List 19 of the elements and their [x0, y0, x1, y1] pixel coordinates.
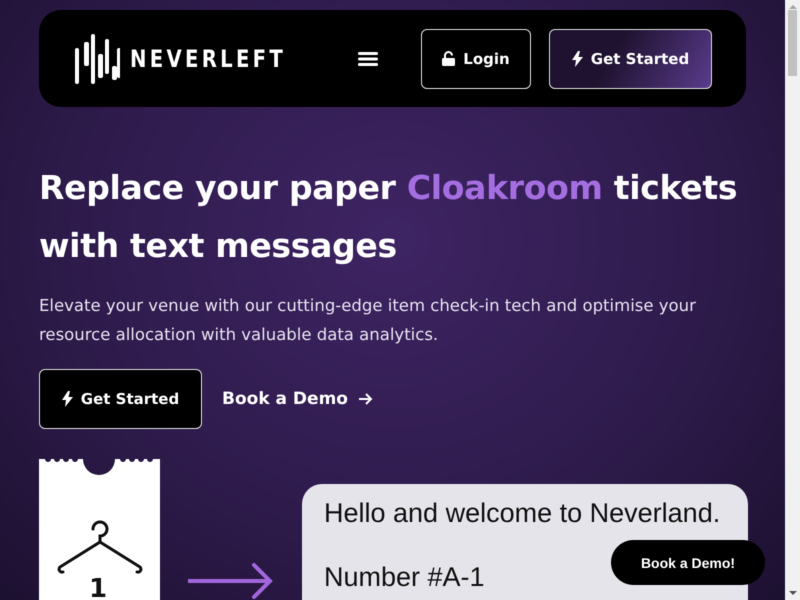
ticket-number: 1: [89, 575, 108, 600]
hero-heading: Replace your paper Cloakroom tickets with text messages: [39, 167, 738, 267]
arrow-right-icon: [358, 392, 373, 406]
message-text: Number #A-1: [324, 561, 485, 594]
message-text: Hello and welcome to Neverland.: [324, 497, 720, 530]
lightning-icon: [62, 391, 73, 407]
menu-icon[interactable]: [358, 52, 378, 66]
hero-description: Elevate your venue with our cutting-edge item check-in tech and optimise your resource allocation with valuable data analytics.: [39, 295, 697, 346]
login-button[interactable]: Login: [421, 28, 531, 88]
book-demo-link[interactable]: Book a Demo: [222, 389, 373, 409]
arrow-right-icon: [188, 562, 274, 600]
get-started-button[interactable]: Get Started: [549, 28, 712, 88]
scrollbar[interactable]: [785, 0, 800, 600]
logo-bars-icon: [72, 34, 120, 84]
brand-name: NEVERLEFT: [130, 44, 286, 72]
get-started-button[interactable]: Get Started: [39, 369, 202, 429]
lightning-icon: [572, 50, 583, 66]
book-demo-button[interactable]: Book a Demo!: [611, 540, 765, 585]
unlock-icon: [442, 51, 456, 66]
